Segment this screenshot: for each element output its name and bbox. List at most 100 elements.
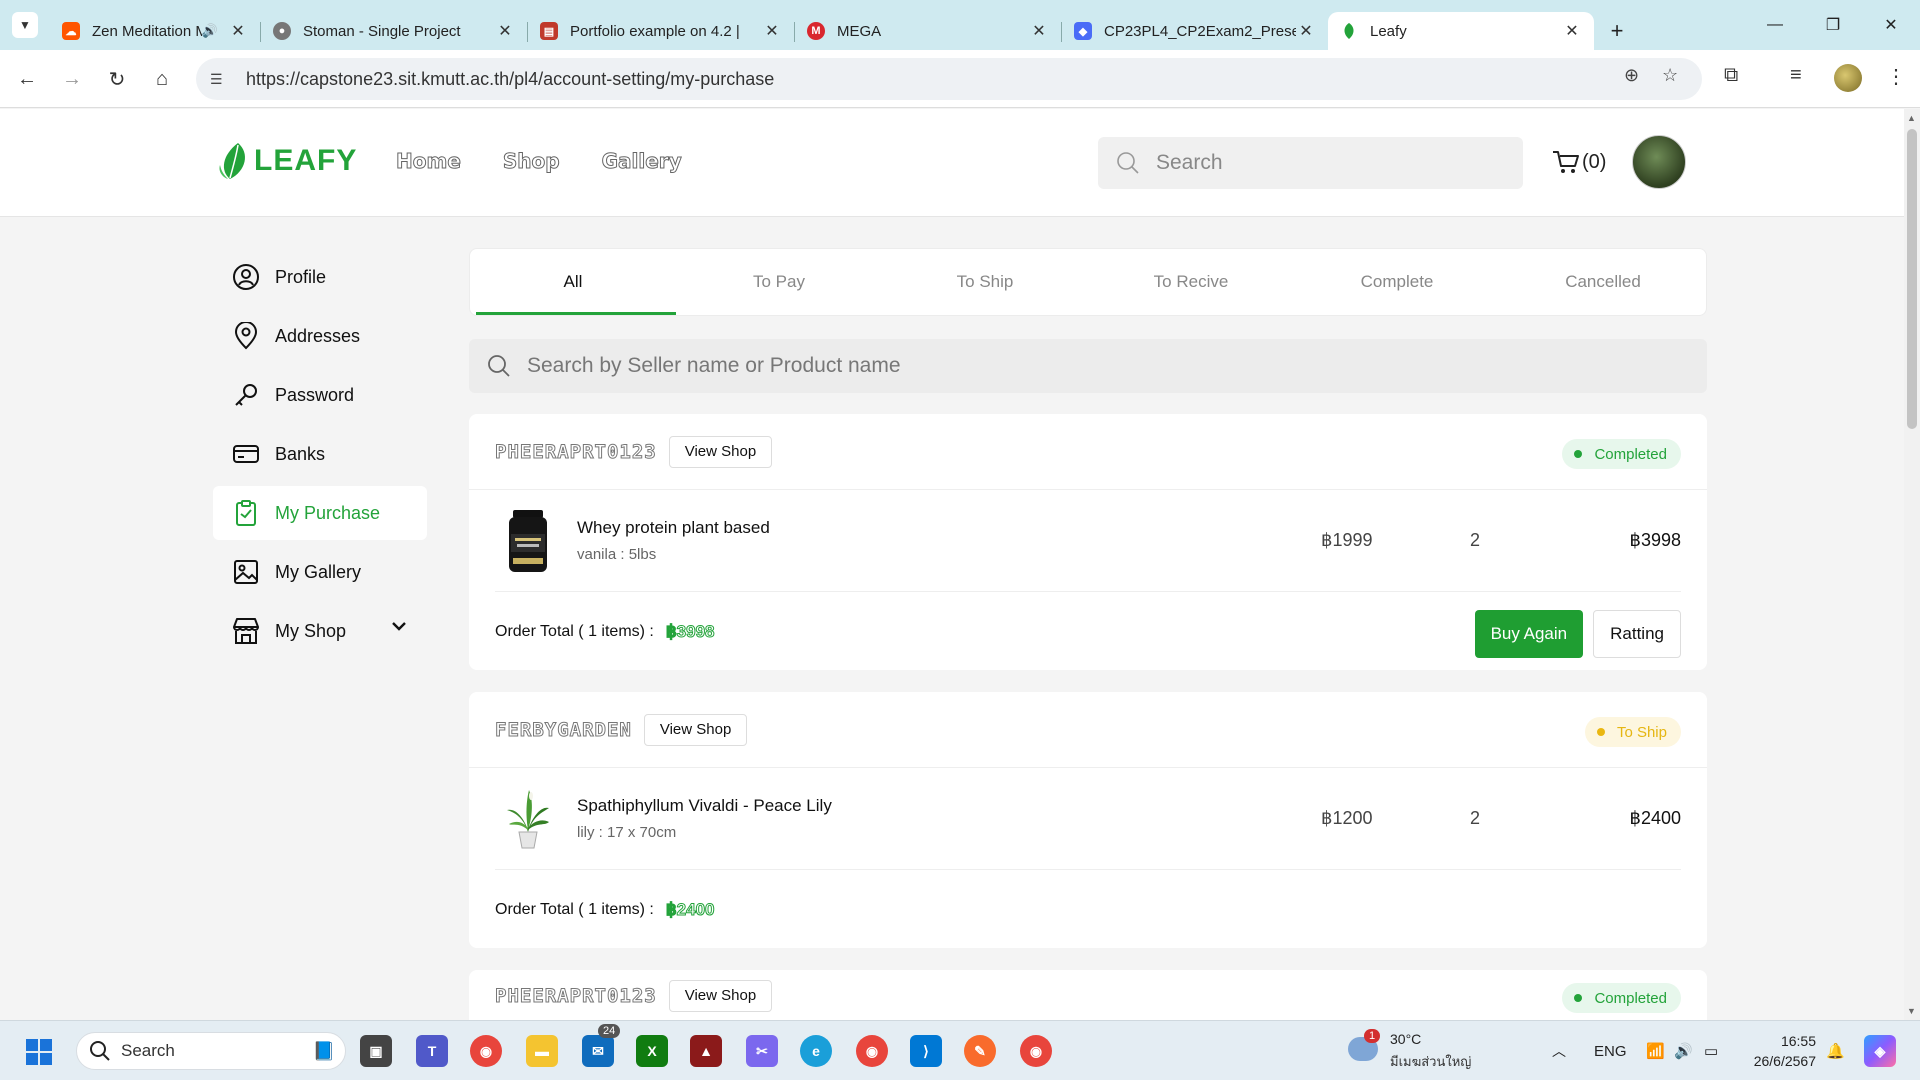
view-shop-button[interactable]: View Shop: [643, 713, 748, 746]
sidebar-item-addresses[interactable]: Addresses: [213, 309, 427, 363]
restore-icon[interactable]: ❐: [1804, 0, 1862, 50]
mail-icon[interactable]: ✉: [582, 1035, 614, 1067]
browser-profile-avatar[interactable]: [1834, 64, 1862, 92]
wifi-icon[interactable]: 📶: [1646, 1021, 1665, 1080]
close-tab-icon[interactable]: ✕: [1562, 21, 1582, 41]
edge-icon[interactable]: e: [800, 1035, 832, 1067]
sidebar-item-my-shop[interactable]: My Shop: [213, 604, 427, 658]
store-icon: [231, 616, 261, 646]
browser-tab-leafy[interactable]: Leafy ✕: [1328, 12, 1594, 50]
scroll-down-icon[interactable]: ▼: [1907, 1006, 1916, 1016]
product-thumbnail[interactable]: [501, 784, 555, 854]
browser-menu-icon[interactable]: ⋮: [1886, 64, 1906, 89]
tab-to-ship[interactable]: To Ship: [882, 249, 1088, 315]
leafy-logo[interactable]: LEAFY: [216, 141, 357, 181]
order-item-row[interactable]: Whey protein plant based vanila : 5lbs ฿…: [495, 490, 1681, 592]
tab-all[interactable]: All: [470, 249, 676, 315]
seller-name[interactable]: PHEERAPRT0123: [495, 984, 657, 1007]
chrome-icon[interactable]: ◉: [470, 1035, 502, 1067]
site-search-input[interactable]: Search: [1098, 137, 1523, 189]
tab-complete[interactable]: Complete: [1294, 249, 1500, 315]
notification-bell-icon[interactable]: 🔔: [1826, 1021, 1845, 1080]
vscode-icon[interactable]: ⟩: [910, 1035, 942, 1067]
view-shop-button[interactable]: View Shop: [668, 979, 773, 1012]
page-scrollbar[interactable]: ▲ ▼: [1904, 109, 1920, 1020]
tab-cancelled[interactable]: Cancelled: [1500, 249, 1706, 315]
minimize-icon[interactable]: —: [1746, 0, 1804, 50]
teams-icon[interactable]: T: [416, 1035, 448, 1067]
tab-search-menu-button[interactable]: ▼: [12, 12, 38, 38]
tab-to-receive[interactable]: To Recive: [1088, 249, 1294, 315]
sidebar-item-my-gallery[interactable]: My Gallery: [213, 545, 427, 599]
bookmark-star-icon[interactable]: ☆: [1662, 65, 1678, 86]
product-name[interactable]: Whey protein plant based: [577, 518, 770, 538]
sidebar-item-profile[interactable]: Profile: [213, 250, 427, 304]
close-tab-icon[interactable]: ✕: [762, 21, 782, 41]
tab-to-pay[interactable]: To Pay: [676, 249, 882, 315]
product-name[interactable]: Spathiphyllum Vivaldi - Peace Lily: [577, 796, 832, 816]
user-avatar[interactable]: [1632, 135, 1686, 189]
language-indicator[interactable]: ENG: [1594, 1021, 1627, 1080]
scroll-up-icon[interactable]: ▲: [1907, 113, 1916, 123]
zoom-icon[interactable]: ⊕: [1624, 65, 1639, 86]
game-app-icon[interactable]: ▲: [690, 1035, 722, 1067]
browser-tab-stoman[interactable]: ● Stoman - Single Project ✕: [261, 12, 527, 50]
order-search-input[interactable]: Search by Seller name or Product name: [469, 339, 1707, 393]
forward-icon[interactable]: →: [55, 62, 89, 96]
chrome-second-profile-icon[interactable]: ◉: [1020, 1035, 1052, 1067]
postman-icon[interactable]: ✎: [964, 1035, 996, 1067]
browser-tab-canva[interactable]: ◆ CP23PL4_CP2Exam2_Prese ✕: [1062, 12, 1328, 50]
browser-tab-portfolio[interactable]: ▤ Portfolio example on 4.2 | ✕: [528, 12, 794, 50]
volume-icon[interactable]: 🔊: [1674, 1021, 1693, 1080]
sidebar-item-my-purchase[interactable]: My Purchase: [213, 486, 427, 540]
chrome-profile-icon[interactable]: ◉: [856, 1035, 888, 1067]
windows-start-icon[interactable]: [26, 1039, 52, 1065]
home-icon[interactable]: ⌂: [145, 62, 179, 96]
reload-icon[interactable]: ↻: [100, 62, 134, 96]
sidebar-item-banks[interactable]: Banks: [213, 427, 427, 481]
sidebar-item-password[interactable]: Password: [213, 368, 427, 422]
close-tab-icon[interactable]: ✕: [228, 21, 248, 41]
browser-tab-mega[interactable]: M MEGA ✕: [795, 12, 1061, 50]
browser-tab-zen[interactable]: ☁ Zen Meditation Music | 🔊 ✕: [50, 12, 260, 50]
buy-again-button[interactable]: Buy Again: [1474, 610, 1584, 658]
close-tab-icon[interactable]: ✕: [1029, 21, 1049, 41]
chevron-down-icon[interactable]: [391, 620, 407, 632]
seller-name[interactable]: PHEERAPRT0123: [495, 440, 657, 463]
copilot-icon[interactable]: ◈: [1864, 1035, 1896, 1067]
order-item-row[interactable]: Spathiphyllum Vivaldi - Peace Lily lily …: [495, 768, 1681, 870]
file-explorer-icon[interactable]: ▬: [526, 1035, 558, 1067]
snipping-tool-icon[interactable]: ✂: [746, 1035, 778, 1067]
nav-gallery[interactable]: Gallery: [601, 149, 682, 174]
taskbar-search[interactable]: Search 📘: [76, 1032, 346, 1070]
scrollbar-thumb[interactable]: [1907, 129, 1917, 429]
sidebar-item-label: My Shop: [275, 620, 347, 641]
close-window-icon[interactable]: ✕: [1862, 0, 1920, 50]
status-dot: [1574, 994, 1583, 1002]
chevron-up-icon[interactable]: ︿: [1552, 1021, 1566, 1080]
site-info-icon[interactable]: ☰: [210, 71, 240, 88]
cart-button[interactable]: (0): [1552, 149, 1606, 175]
close-tab-icon[interactable]: ✕: [1296, 21, 1316, 41]
address-bar[interactable]: ☰ https://capstone23.sit.kmutt.ac.th/pl4…: [196, 58, 1702, 100]
nav-shop[interactable]: Shop: [502, 149, 560, 174]
battery-icon[interactable]: ▭: [1704, 1021, 1718, 1080]
xbox-icon[interactable]: X: [636, 1035, 668, 1067]
rating-button[interactable]: Ratting: [1593, 610, 1681, 658]
media-controls-icon[interactable]: ≡: [1790, 64, 1802, 87]
weather-condition[interactable]: มีเมฆส่วนใหญ่: [1390, 1051, 1471, 1072]
url-text[interactable]: https://capstone23.sit.kmutt.ac.th/pl4/a…: [246, 69, 774, 90]
weather-temperature[interactable]: 30°C: [1390, 1031, 1421, 1047]
new-tab-button[interactable]: +: [1602, 16, 1632, 46]
extensions-icon[interactable]: ⧉: [1724, 64, 1738, 87]
system-clock[interactable]: 16:55 26/6/2567: [1740, 1031, 1816, 1071]
search-placeholder: Search: [1156, 151, 1223, 174]
speaker-icon[interactable]: 🔊: [202, 23, 218, 39]
product-thumbnail[interactable]: [501, 506, 555, 576]
back-icon[interactable]: ←: [10, 62, 44, 96]
nav-home[interactable]: Home: [396, 149, 462, 174]
task-view-icon[interactable]: ▣: [360, 1035, 392, 1067]
view-shop-button[interactable]: View Shop: [668, 435, 773, 468]
close-tab-icon[interactable]: ✕: [495, 21, 515, 41]
seller-name[interactable]: FERBYGARDEN: [495, 718, 632, 741]
